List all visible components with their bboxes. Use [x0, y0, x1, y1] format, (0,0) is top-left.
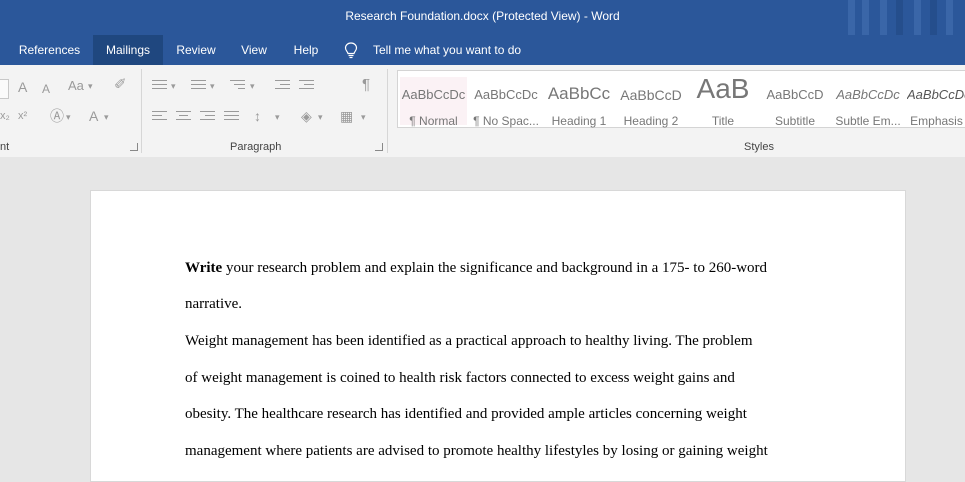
- clear-formatting-icon[interactable]: ✐: [114, 77, 127, 93]
- body-line: Weight management has been identified as…: [185, 333, 753, 349]
- font-group-label: nt: [0, 141, 10, 153]
- numbering-icon[interactable]: [191, 80, 206, 92]
- style-name: Title: [711, 114, 735, 128]
- group-separator: [387, 69, 388, 153]
- prompt-line: Write your research problem and explain …: [185, 260, 767, 277]
- align-left-icon[interactable]: [152, 111, 167, 123]
- style-name: Heading 2: [623, 114, 679, 128]
- style-subtle-emphasis[interactable]: AaBbCcDc Subtle Em...: [833, 77, 903, 128]
- chevron-down-icon[interactable]: ▾: [361, 109, 366, 125]
- style-preview: AaBbCcDc: [401, 87, 466, 102]
- align-right-icon[interactable]: [200, 111, 215, 123]
- style-preview: AaBbCc: [547, 84, 611, 103]
- tab-references[interactable]: References: [10, 35, 89, 65]
- style-name: Heading 1: [551, 114, 607, 128]
- style-preview: AaBbCcD: [766, 87, 824, 102]
- style-preview: AaBbCcDc: [907, 87, 965, 102]
- font-size-box[interactable]: [0, 79, 9, 99]
- style-emphasis[interactable]: AaBbCcDc Emphasis: [907, 77, 965, 128]
- multilevel-list-icon[interactable]: [230, 80, 245, 92]
- shading-icon[interactable]: ◈: [301, 108, 312, 124]
- chevron-down-icon[interactable]: ▾: [88, 78, 93, 94]
- tell-me-label: Tell me what you want to do: [373, 43, 522, 57]
- line-spacing-icon[interactable]: ↕: [254, 108, 261, 124]
- style-name: Subtitle: [774, 114, 816, 128]
- superscript-icon[interactable]: x²: [18, 108, 27, 124]
- font-dialog-launcher[interactable]: [130, 143, 138, 151]
- ribbon-tabs: References Mailings Review View Help Tel…: [0, 35, 965, 65]
- group-separator: [141, 69, 142, 153]
- paragraph-group-label: Paragraph: [230, 141, 282, 153]
- chevron-down-icon[interactable]: ▾: [210, 78, 215, 94]
- align-center-icon[interactable]: [176, 111, 191, 123]
- style-normal[interactable]: AaBbCcDc ¶ Normal: [400, 77, 467, 128]
- style-subtitle[interactable]: AaBbCcD Subtitle: [761, 77, 829, 128]
- bullets-icon[interactable]: [152, 80, 167, 92]
- style-preview: AaBbCcD: [620, 87, 682, 103]
- chevron-down-icon[interactable]: ▾: [171, 78, 176, 94]
- chevron-down-icon[interactable]: ▾: [318, 109, 323, 125]
- prompt-text: your research problem and explain the si…: [222, 260, 768, 276]
- grow-font-icon[interactable]: A: [18, 79, 27, 95]
- body-line: of weight management is coined to health…: [185, 370, 735, 386]
- style-name: ¶ No Spac...: [473, 114, 539, 128]
- paragraph-dialog-launcher[interactable]: [375, 143, 383, 151]
- style-preview: AaBbCcDc: [836, 87, 900, 102]
- style-heading-2[interactable]: AaBbCcD Heading 2: [617, 77, 685, 128]
- tab-review[interactable]: Review: [168, 35, 224, 65]
- style-name: Emphasis: [910, 114, 963, 128]
- styles-gallery: AaBbCcDc ¶ Normal AaBbCcDc ¶ No Spac... …: [397, 70, 965, 128]
- change-case-icon[interactable]: Aa: [68, 78, 84, 94]
- style-heading-1[interactable]: AaBbCc Heading 1: [545, 77, 613, 128]
- pilcrow-icon[interactable]: ¶: [362, 77, 370, 93]
- body-line: obesity. The healthcare research has ide…: [185, 406, 747, 422]
- decrease-indent-icon[interactable]: [275, 80, 290, 92]
- style-name: ¶ Normal: [409, 114, 458, 128]
- chevron-down-icon[interactable]: ▾: [275, 109, 280, 125]
- chevron-down-icon[interactable]: ▾: [250, 78, 255, 94]
- window-title: Research Foundation.docx (Protected View…: [345, 9, 620, 23]
- lightbulb-icon: [344, 42, 358, 59]
- style-title[interactable]: AaB Title: [689, 73, 757, 128]
- style-name: Subtle Em...: [835, 114, 901, 128]
- font-color-icon[interactable]: A: [89, 108, 98, 124]
- title-bar: Research Foundation.docx (Protected View…: [0, 0, 965, 35]
- tab-mailings[interactable]: Mailings: [93, 35, 163, 65]
- prompt-bold-word: Write: [185, 260, 223, 276]
- body-line: management where patients are advised to…: [185, 443, 768, 459]
- justify-icon[interactable]: [224, 111, 239, 123]
- style-no-spacing[interactable]: AaBbCcDc ¶ No Spac...: [472, 77, 540, 128]
- increase-indent-icon[interactable]: [299, 80, 314, 92]
- shrink-font-icon[interactable]: A: [42, 81, 50, 97]
- chevron-down-icon[interactable]: ▾: [66, 109, 71, 125]
- tab-help[interactable]: Help: [284, 35, 328, 65]
- styles-group-label: Styles: [744, 141, 774, 153]
- chevron-down-icon[interactable]: ▾: [104, 109, 109, 125]
- subscript-icon[interactable]: x₂: [0, 108, 10, 124]
- text-effects-icon[interactable]: Ⓐ: [50, 108, 64, 124]
- style-preview: AaBbCcDc: [474, 87, 538, 102]
- borders-icon[interactable]: ▦: [340, 108, 353, 124]
- title-bar-pattern: [840, 0, 965, 35]
- tab-view[interactable]: View: [232, 35, 276, 65]
- prompt-line-2: narrative.: [185, 296, 243, 312]
- style-preview: AaB: [696, 73, 750, 104]
